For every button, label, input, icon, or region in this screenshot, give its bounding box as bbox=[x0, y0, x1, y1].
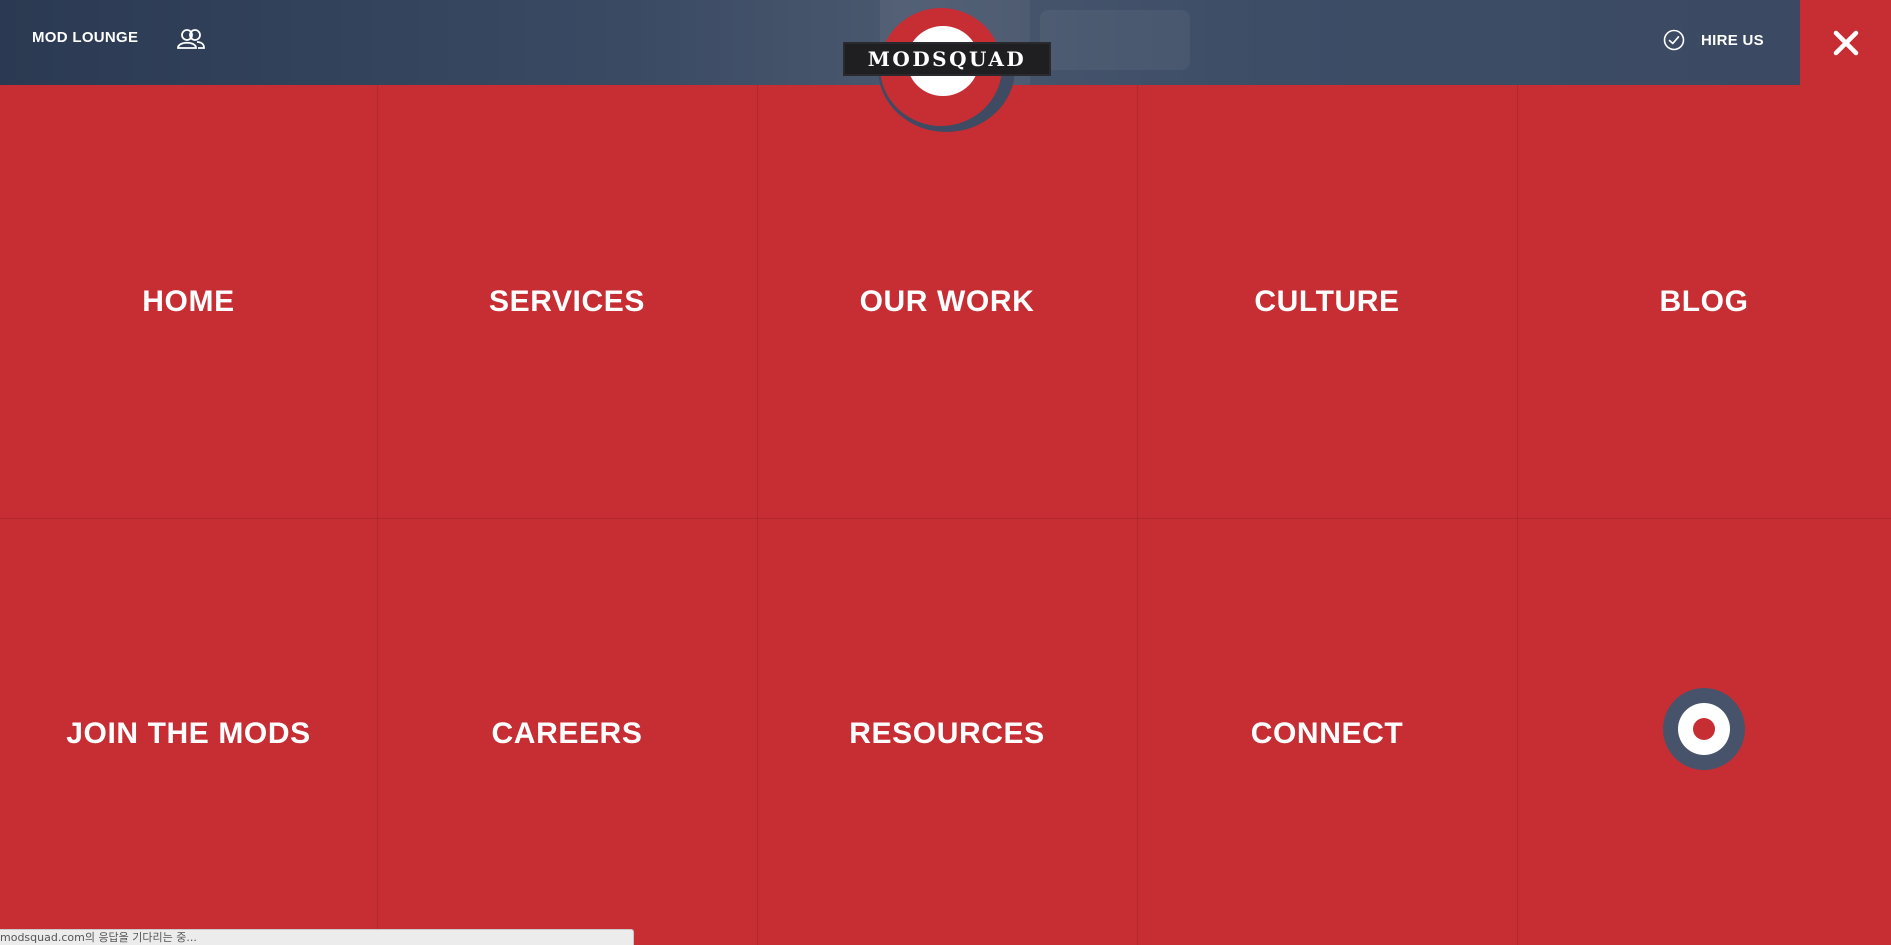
menu-item-label: CULTURE bbox=[1254, 284, 1400, 318]
menu-item-label: CONNECT bbox=[1250, 717, 1404, 750]
hire-us-link[interactable]: HIRE US bbox=[1663, 29, 1764, 51]
mod-lounge-link[interactable]: MOD LOUNGE bbox=[32, 29, 138, 46]
grid-divider bbox=[1517, 85, 1518, 945]
mod-target-icon bbox=[1663, 688, 1745, 770]
logo-wordmark-box: MODSQUAD bbox=[843, 42, 1051, 76]
menu-item-label: HOME bbox=[142, 284, 235, 318]
menu-item-services[interactable]: SERVICES bbox=[377, 85, 757, 518]
menu-item-home[interactable]: HOME bbox=[0, 85, 377, 518]
browser-status-bar: modsquad.com의 응답을 기다리는 중... bbox=[0, 929, 634, 945]
close-menu-button[interactable] bbox=[1800, 0, 1891, 85]
people-icon[interactable] bbox=[176, 28, 206, 50]
background-photo-detail bbox=[1040, 10, 1190, 70]
menu-item-label: CAREERS bbox=[491, 717, 643, 750]
menu-grid: HOME SERVICES OUR WORK CULTURE BLOG JOIN… bbox=[0, 85, 1891, 945]
mod-target-white-ring bbox=[1678, 703, 1730, 755]
menu-item-culture[interactable]: CULTURE bbox=[1137, 85, 1517, 518]
menu-item-label: JOIN THE MODS bbox=[66, 717, 311, 750]
mod-target-center bbox=[1693, 718, 1715, 740]
grid-divider bbox=[0, 518, 1891, 519]
menu-item-careers[interactable]: CAREERS bbox=[377, 518, 757, 945]
hire-us-label: HIRE US bbox=[1701, 31, 1764, 49]
menu-item-label: RESOURCES bbox=[849, 717, 1045, 750]
grid-divider bbox=[757, 85, 758, 945]
menu-item-connect[interactable]: CONNECT bbox=[1137, 518, 1517, 945]
menu-item-emblem bbox=[1517, 518, 1891, 945]
menu-item-label: SERVICES bbox=[489, 284, 645, 318]
menu-item-label: BLOG bbox=[1659, 284, 1749, 318]
menu-item-join-the-mods[interactable]: JOIN THE MODS bbox=[0, 518, 377, 945]
logo-wordmark: MODSQUAD bbox=[867, 47, 1027, 71]
menu-item-label: OUR WORK bbox=[859, 284, 1035, 318]
check-circle-icon bbox=[1663, 29, 1685, 51]
menu-item-our-work[interactable]: OUR WORK bbox=[757, 85, 1137, 518]
menu-item-resources[interactable]: RESOURCES bbox=[757, 518, 1137, 945]
modsquad-logo[interactable]: MODSQUAD bbox=[843, 6, 1053, 132]
menu-item-blog[interactable]: BLOG bbox=[1517, 85, 1891, 518]
grid-divider bbox=[377, 85, 378, 945]
close-icon bbox=[1833, 30, 1858, 55]
grid-divider bbox=[1137, 85, 1138, 945]
